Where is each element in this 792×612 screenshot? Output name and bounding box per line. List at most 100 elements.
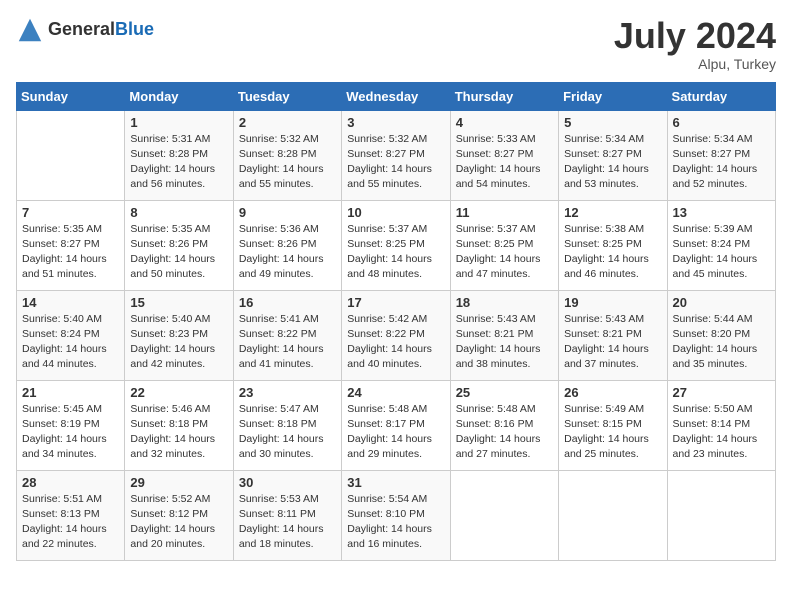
calendar-cell: 3 Sunrise: 5:32 AMSunset: 8:27 PMDaylight… bbox=[342, 110, 450, 200]
day-number: 28 bbox=[22, 475, 119, 490]
calendar-cell: 16 Sunrise: 5:41 AMSunset: 8:22 PMDayligh… bbox=[233, 290, 341, 380]
day-info: Sunrise: 5:40 AMSunset: 8:24 PMDaylight:… bbox=[22, 312, 119, 373]
calendar-cell: 11 Sunrise: 5:37 AMSunset: 8:25 PMDayligh… bbox=[450, 200, 558, 290]
day-number: 23 bbox=[239, 385, 336, 400]
day-number: 9 bbox=[239, 205, 336, 220]
day-number: 7 bbox=[22, 205, 119, 220]
day-info: Sunrise: 5:37 AMSunset: 8:25 PMDaylight:… bbox=[456, 222, 553, 283]
day-number: 4 bbox=[456, 115, 553, 130]
calendar-cell bbox=[17, 110, 125, 200]
day-number: 18 bbox=[456, 295, 553, 310]
calendar-cell: 8Sunrise: 5:35 AMSunset: 8:26 PMDaylight… bbox=[125, 200, 233, 290]
day-info: Sunrise: 5:35 AMSunset: 8:26 PMDaylight:… bbox=[130, 222, 227, 283]
calendar-cell: 15 Sunrise: 5:40 AMSunset: 8:23 PMDayligh… bbox=[125, 290, 233, 380]
day-number: 12 bbox=[564, 205, 661, 220]
logo-text: GeneralBlue bbox=[48, 20, 154, 40]
day-info: Sunrise: 5:41 AMSunset: 8:22 PMDaylight:… bbox=[239, 312, 336, 373]
day-number: 27 bbox=[673, 385, 770, 400]
day-info: Sunrise: 5:33 AMSunset: 8:27 PMDaylight:… bbox=[456, 132, 553, 193]
day-info: Sunrise: 5:37 AMSunset: 8:25 PMDaylight:… bbox=[347, 222, 444, 283]
day-info: Sunrise: 5:47 AMSunset: 8:18 PMDaylight:… bbox=[239, 402, 336, 463]
calendar-cell: 12Sunrise: 5:38 AMSunset: 8:25 PMDayligh… bbox=[559, 200, 667, 290]
day-number: 6 bbox=[673, 115, 770, 130]
day-number: 24 bbox=[347, 385, 444, 400]
day-info: Sunrise: 5:34 AMSunset: 8:27 PMDaylight:… bbox=[673, 132, 770, 193]
calendar-cell: 23 Sunrise: 5:47 AMSunset: 8:18 PMDayligh… bbox=[233, 380, 341, 470]
calendar-body: 1Sunrise: 5:31 AMSunset: 8:28 PMDaylight… bbox=[17, 110, 776, 560]
header-saturday: Saturday bbox=[667, 82, 775, 110]
day-number: 17 bbox=[347, 295, 444, 310]
day-number: 30 bbox=[239, 475, 336, 490]
day-number: 31 bbox=[347, 475, 444, 490]
day-info: Sunrise: 5:44 AMSunset: 8:20 PMDaylight:… bbox=[673, 312, 770, 373]
day-number: 1 bbox=[130, 115, 227, 130]
location: Alpu, Turkey bbox=[614, 56, 776, 72]
page-header: GeneralBlue July 2024 Alpu, Turkey bbox=[16, 16, 776, 72]
logo-icon bbox=[16, 16, 44, 44]
header-wednesday: Wednesday bbox=[342, 82, 450, 110]
logo-general: General bbox=[48, 19, 115, 39]
day-number: 11 bbox=[456, 205, 553, 220]
calendar-cell: 6 Sunrise: 5:34 AMSunset: 8:27 PMDaylight… bbox=[667, 110, 775, 200]
calendar-cell: 9 Sunrise: 5:36 AMSunset: 8:26 PMDaylight… bbox=[233, 200, 341, 290]
day-number: 19 bbox=[564, 295, 661, 310]
logo-blue: Blue bbox=[115, 19, 154, 39]
calendar-cell: 1Sunrise: 5:31 AMSunset: 8:28 PMDaylight… bbox=[125, 110, 233, 200]
calendar-cell: 29 Sunrise: 5:52 AMSunset: 8:12 PMDayligh… bbox=[125, 470, 233, 560]
title-block: July 2024 Alpu, Turkey bbox=[614, 16, 776, 72]
day-number: 20 bbox=[673, 295, 770, 310]
header-monday: Monday bbox=[125, 82, 233, 110]
calendar-cell: 27Sunrise: 5:50 AMSunset: 8:14 PMDayligh… bbox=[667, 380, 775, 470]
calendar-cell: 17 Sunrise: 5:42 AMSunset: 8:22 PMDayligh… bbox=[342, 290, 450, 380]
calendar-cell: 5Sunrise: 5:34 AMSunset: 8:27 PMDaylight… bbox=[559, 110, 667, 200]
day-number: 25 bbox=[456, 385, 553, 400]
header-friday: Friday bbox=[559, 82, 667, 110]
day-info: Sunrise: 5:46 AMSunset: 8:18 PMDaylight:… bbox=[130, 402, 227, 463]
day-info: Sunrise: 5:53 AMSunset: 8:11 PMDaylight:… bbox=[239, 492, 336, 553]
header-tuesday: Tuesday bbox=[233, 82, 341, 110]
logo: GeneralBlue bbox=[16, 16, 154, 44]
calendar-cell: 18 Sunrise: 5:43 AMSunset: 8:21 PMDayligh… bbox=[450, 290, 558, 380]
day-number: 3 bbox=[347, 115, 444, 130]
calendar-cell: 21Sunrise: 5:45 AMSunset: 8:19 PMDayligh… bbox=[17, 380, 125, 470]
day-info: Sunrise: 5:48 AMSunset: 8:16 PMDaylight:… bbox=[456, 402, 553, 463]
week-row-1: 7 Sunrise: 5:35 AMSunset: 8:27 PMDaylight… bbox=[17, 200, 776, 290]
calendar-cell: 31 Sunrise: 5:54 AMSunset: 8:10 PMDayligh… bbox=[342, 470, 450, 560]
day-info: Sunrise: 5:54 AMSunset: 8:10 PMDaylight:… bbox=[347, 492, 444, 553]
day-number: 10 bbox=[347, 205, 444, 220]
day-info: Sunrise: 5:40 AMSunset: 8:23 PMDaylight:… bbox=[130, 312, 227, 373]
day-info: Sunrise: 5:48 AMSunset: 8:17 PMDaylight:… bbox=[347, 402, 444, 463]
day-info: Sunrise: 5:34 AMSunset: 8:27 PMDaylight:… bbox=[564, 132, 661, 193]
day-number: 14 bbox=[22, 295, 119, 310]
day-info: Sunrise: 5:32 AMSunset: 8:27 PMDaylight:… bbox=[347, 132, 444, 193]
day-number: 29 bbox=[130, 475, 227, 490]
day-info: Sunrise: 5:36 AMSunset: 8:26 PMDaylight:… bbox=[239, 222, 336, 283]
day-number: 22 bbox=[130, 385, 227, 400]
calendar-cell: 10 Sunrise: 5:37 AMSunset: 8:25 PMDayligh… bbox=[342, 200, 450, 290]
day-info: Sunrise: 5:52 AMSunset: 8:12 PMDaylight:… bbox=[130, 492, 227, 553]
day-info: Sunrise: 5:43 AMSunset: 8:21 PMDaylight:… bbox=[456, 312, 553, 373]
calendar-cell bbox=[559, 470, 667, 560]
calendar-cell: 4 Sunrise: 5:33 AMSunset: 8:27 PMDaylight… bbox=[450, 110, 558, 200]
header-sunday: Sunday bbox=[17, 82, 125, 110]
calendar-cell: 26Sunrise: 5:49 AMSunset: 8:15 PMDayligh… bbox=[559, 380, 667, 470]
calendar-cell: 30 Sunrise: 5:53 AMSunset: 8:11 PMDayligh… bbox=[233, 470, 341, 560]
calendar-cell: 28 Sunrise: 5:51 AMSunset: 8:13 PMDayligh… bbox=[17, 470, 125, 560]
calendar-cell: 13 Sunrise: 5:39 AMSunset: 8:24 PMDayligh… bbox=[667, 200, 775, 290]
week-row-4: 28 Sunrise: 5:51 AMSunset: 8:13 PMDayligh… bbox=[17, 470, 776, 560]
calendar-cell: 19 Sunrise: 5:43 AMSunset: 8:21 PMDayligh… bbox=[559, 290, 667, 380]
day-info: Sunrise: 5:35 AMSunset: 8:27 PMDaylight:… bbox=[22, 222, 119, 283]
calendar-cell: 24 Sunrise: 5:48 AMSunset: 8:17 PMDayligh… bbox=[342, 380, 450, 470]
day-number: 13 bbox=[673, 205, 770, 220]
calendar-cell: 14 Sunrise: 5:40 AMSunset: 8:24 PMDayligh… bbox=[17, 290, 125, 380]
day-number: 26 bbox=[564, 385, 661, 400]
calendar-cell: 25 Sunrise: 5:48 AMSunset: 8:16 PMDayligh… bbox=[450, 380, 558, 470]
day-number: 15 bbox=[130, 295, 227, 310]
day-info: Sunrise: 5:39 AMSunset: 8:24 PMDaylight:… bbox=[673, 222, 770, 283]
day-info: Sunrise: 5:51 AMSunset: 8:13 PMDaylight:… bbox=[22, 492, 119, 553]
header-row: SundayMondayTuesdayWednesdayThursdayFrid… bbox=[17, 82, 776, 110]
day-info: Sunrise: 5:32 AMSunset: 8:28 PMDaylight:… bbox=[239, 132, 336, 193]
day-info: Sunrise: 5:42 AMSunset: 8:22 PMDaylight:… bbox=[347, 312, 444, 373]
day-number: 16 bbox=[239, 295, 336, 310]
day-info: Sunrise: 5:43 AMSunset: 8:21 PMDaylight:… bbox=[564, 312, 661, 373]
